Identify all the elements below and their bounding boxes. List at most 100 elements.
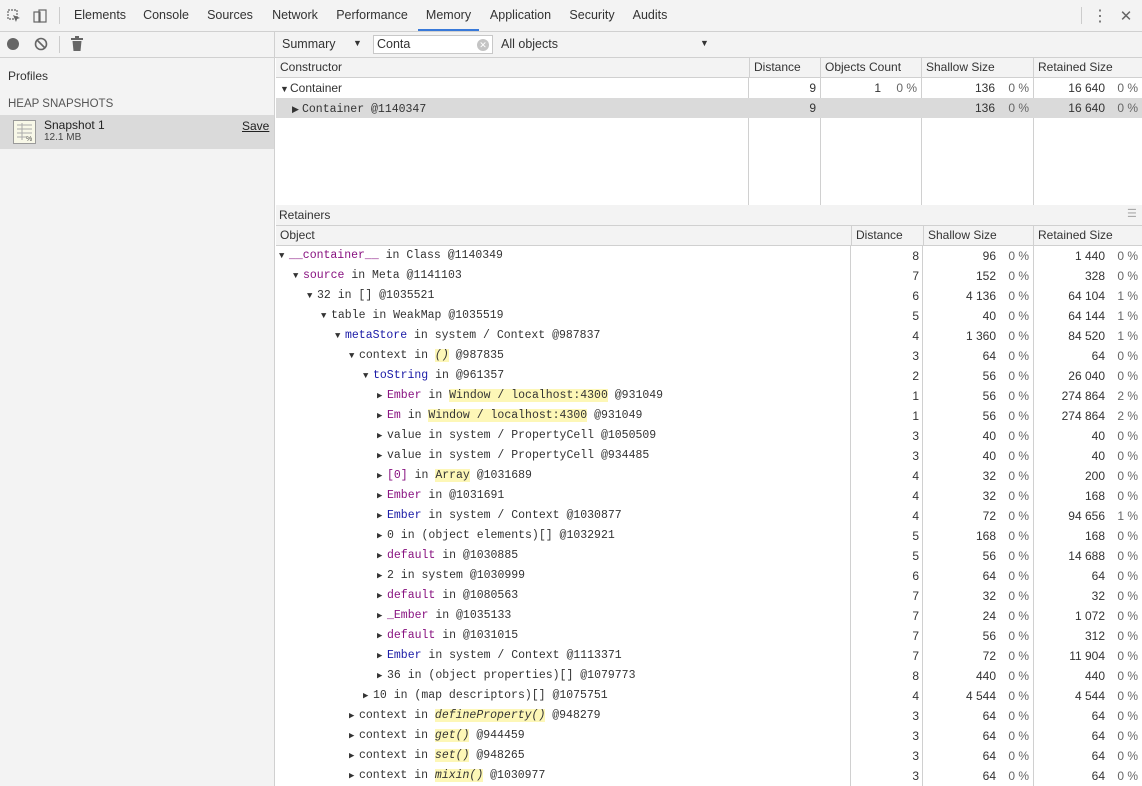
save-link[interactable]: Save <box>242 119 269 133</box>
collapsed-triangle-icon[interactable]: ▶ <box>377 426 387 446</box>
column-shallow-size[interactable]: Shallow Size <box>923 226 1033 246</box>
column-objects-count[interactable]: Objects Count <box>820 58 921 78</box>
table-row[interactable]: ▶ value in system / PropertyCell @934485 3… <box>276 446 1142 466</box>
collapsed-triangle-icon[interactable]: ▶ <box>349 726 359 746</box>
collapsed-triangle-icon[interactable]: ▶ <box>377 386 387 406</box>
table-row[interactable]: ▶ 0 in (object elements)[] @1032921 5 168 0 … <box>276 526 1142 546</box>
expanded-triangle-icon[interactable]: ▼ <box>335 326 345 346</box>
retainer-in: in <box>393 569 422 582</box>
table-row[interactable]: ▼ metaStore in system / Context @987837 4 1… <box>276 326 1142 346</box>
collapsed-triangle-icon[interactable]: ▶ <box>377 406 387 426</box>
table-row[interactable]: ▶ 36 in (object properties)[] @1079773 8 44… <box>276 666 1142 686</box>
table-row[interactable]: ▶ default in @1030885 5 56 0 % 14 688 0 % <box>276 546 1142 566</box>
tab-security[interactable]: Security <box>562 0 622 31</box>
expanded-triangle-icon[interactable]: ▼ <box>349 346 359 366</box>
class-filter-input[interactable]: Conta ✕ <box>373 35 493 54</box>
collapsed-triangle-icon[interactable]: ▶ <box>377 666 387 686</box>
table-row[interactable]: ▼ table in WeakMap @1035519 5 40 0 % 64 144 1 … <box>276 306 1142 326</box>
expanded-triangle-icon[interactable]: ▼ <box>280 79 290 99</box>
inspect-element-icon[interactable] <box>4 0 24 31</box>
collapsed-triangle-icon[interactable]: ▶ <box>292 99 302 119</box>
tab-application[interactable]: Application <box>482 0 559 31</box>
table-row[interactable]: ▶ Ember in Window / localhost:4300 @93104… <box>276 386 1142 406</box>
table-row[interactable]: ▶ context in mixin() @1030977 3 64 0 % 64 0 % <box>276 766 1142 786</box>
table-row[interactable]: ▶ context in set() @948265 3 64 0 % 64 0 % <box>276 746 1142 766</box>
property-name: [0] <box>387 469 408 482</box>
table-row[interactable]: ▶ Em in Window / localhost:4300 @931049 1 5… <box>276 406 1142 426</box>
collapsed-triangle-icon[interactable]: ▶ <box>377 526 387 546</box>
table-row[interactable]: ▶ Ember in @1031691 4 32 0 % 168 0 % <box>276 486 1142 506</box>
retainer-in: in <box>435 549 463 562</box>
view-select[interactable]: Summary ▼ <box>275 32 370 57</box>
tab-memory[interactable]: Memory <box>418 0 479 31</box>
retained-size-percent: 0 % <box>1117 249 1138 263</box>
collapsed-triangle-icon[interactable]: ▶ <box>363 686 373 706</box>
table-row[interactable]: ▶ context in defineProperty() @948279 3 64 0… <box>276 706 1142 726</box>
collapsed-triangle-icon[interactable]: ▶ <box>377 546 387 566</box>
table-row[interactable]: ▼ toString in @961357 2 56 0 % 26 040 0 % <box>276 366 1142 386</box>
table-row[interactable]: ▶ Ember in system / Context @1030877 4 72 0 … <box>276 506 1142 526</box>
table-row[interactable]: ▶ default in @1031015 7 56 0 % 312 0 % <box>276 626 1142 646</box>
objects-filter-select[interactable]: All objects ▼ <box>495 32 710 57</box>
distance-cell: 3 <box>912 749 919 763</box>
snapshot-item[interactable]: % Snapshot 1 12.1 MB Save <box>0 115 274 149</box>
table-row[interactable]: ▶ Ember in system / Context @1113371 7 72 0 … <box>276 646 1142 666</box>
tab-sources[interactable]: Sources <box>199 0 261 31</box>
device-toolbar-icon[interactable] <box>30 0 50 31</box>
record-icon[interactable] <box>7 38 19 50</box>
clear-filter-icon[interactable]: ✕ <box>477 39 489 51</box>
shallow-size-cell: 64 <box>982 749 996 763</box>
table-row[interactable]: ▶ 2 in system @1030999 6 64 0 % 64 0 % <box>276 566 1142 586</box>
table-row[interactable]: ▼ __container__ in Class @1140349 8 96 0 % 1 … <box>276 246 1142 266</box>
tab-performance[interactable]: Performance <box>329 0 415 31</box>
table-row[interactable]: ▶ [0] in Array @1031689 4 32 0 % 200 0 % <box>276 466 1142 486</box>
collapsed-triangle-icon[interactable]: ▶ <box>377 506 387 526</box>
close-icon[interactable]: ✕ <box>1117 0 1135 31</box>
tab-audits[interactable]: Audits <box>625 0 675 31</box>
tab-console[interactable]: Console <box>136 0 196 31</box>
table-row[interactable]: ▶ default in @1080563 7 32 0 % 32 0 % <box>276 586 1142 606</box>
column-distance[interactable]: Distance <box>749 58 820 78</box>
expanded-triangle-icon[interactable]: ▼ <box>279 246 289 266</box>
collapsed-triangle-icon[interactable]: ▶ <box>349 766 359 786</box>
table-row[interactable]: ▼Container 9 1 0 % 136 0 % 16 640 0 % <box>276 78 1142 98</box>
shallow-size-cell: 56 <box>982 549 996 563</box>
expanded-triangle-icon[interactable]: ▼ <box>363 366 373 386</box>
collapsed-triangle-icon[interactable]: ▶ <box>377 566 387 586</box>
collapsed-triangle-icon[interactable]: ▶ <box>377 466 387 486</box>
table-row[interactable]: ▶ 10 in (map descriptors)[] @1075751 4 4 54… <box>276 686 1142 706</box>
collapsed-triangle-icon[interactable]: ▶ <box>349 706 359 726</box>
column-object[interactable]: Object <box>276 226 851 246</box>
expanded-triangle-icon[interactable]: ▼ <box>321 306 331 326</box>
column-constructor[interactable]: Constructor <box>276 58 749 78</box>
expanded-triangle-icon[interactable]: ▼ <box>307 286 317 306</box>
table-row[interactable]: ▶ Container @1140347 9 136 0 % 16 640 0 % <box>276 98 1142 118</box>
retained-size-percent: 0 % <box>1117 81 1138 95</box>
column-shallow-size[interactable]: Shallow Size <box>921 58 1033 78</box>
collapsed-triangle-icon[interactable]: ▶ <box>377 586 387 606</box>
collapsed-triangle-icon[interactable]: ▶ <box>349 746 359 766</box>
collapsed-triangle-icon[interactable]: ▶ <box>377 626 387 646</box>
trash-icon[interactable] <box>71 36 83 54</box>
property-name: metaStore <box>345 329 408 342</box>
clear-icon[interactable] <box>34 37 48 54</box>
tab-network[interactable]: Network <box>264 0 326 31</box>
column-retained-size[interactable]: Retained Size <box>1033 226 1142 246</box>
resize-handle-icon[interactable]: ☰ <box>1127 207 1137 220</box>
collapsed-triangle-icon[interactable]: ▶ <box>377 486 387 506</box>
collapsed-triangle-icon[interactable]: ▶ <box>377 446 387 466</box>
table-row[interactable]: ▼ context in () @987835 3 64 0 % 64 0 % <box>276 346 1142 366</box>
table-row[interactable]: ▶ value in system / PropertyCell @1050509… <box>276 426 1142 446</box>
more-options-icon[interactable]: ⋮ <box>1091 0 1109 31</box>
table-row[interactable]: ▼ source in Meta @1141103 7 152 0 % 328 0 % <box>276 266 1142 286</box>
object-cell: ▶ 10 in (map descriptors)[] @1075751 <box>276 686 850 706</box>
table-row[interactable]: ▶ context in get() @944459 3 64 0 % 64 0 % <box>276 726 1142 746</box>
column-retained-size[interactable]: Retained Size <box>1033 58 1142 78</box>
collapsed-triangle-icon[interactable]: ▶ <box>377 606 387 626</box>
tab-elements[interactable]: Elements <box>67 0 133 31</box>
table-row[interactable]: ▼ 32 in [] @1035521 6 4 136 0 % 64 104 1 % <box>276 286 1142 306</box>
column-distance[interactable]: Distance <box>851 226 923 246</box>
expanded-triangle-icon[interactable]: ▼ <box>293 266 303 286</box>
table-row[interactable]: ▶ _Ember in @1035133 7 24 0 % 1 072 0 % <box>276 606 1142 626</box>
collapsed-triangle-icon[interactable]: ▶ <box>377 646 387 666</box>
